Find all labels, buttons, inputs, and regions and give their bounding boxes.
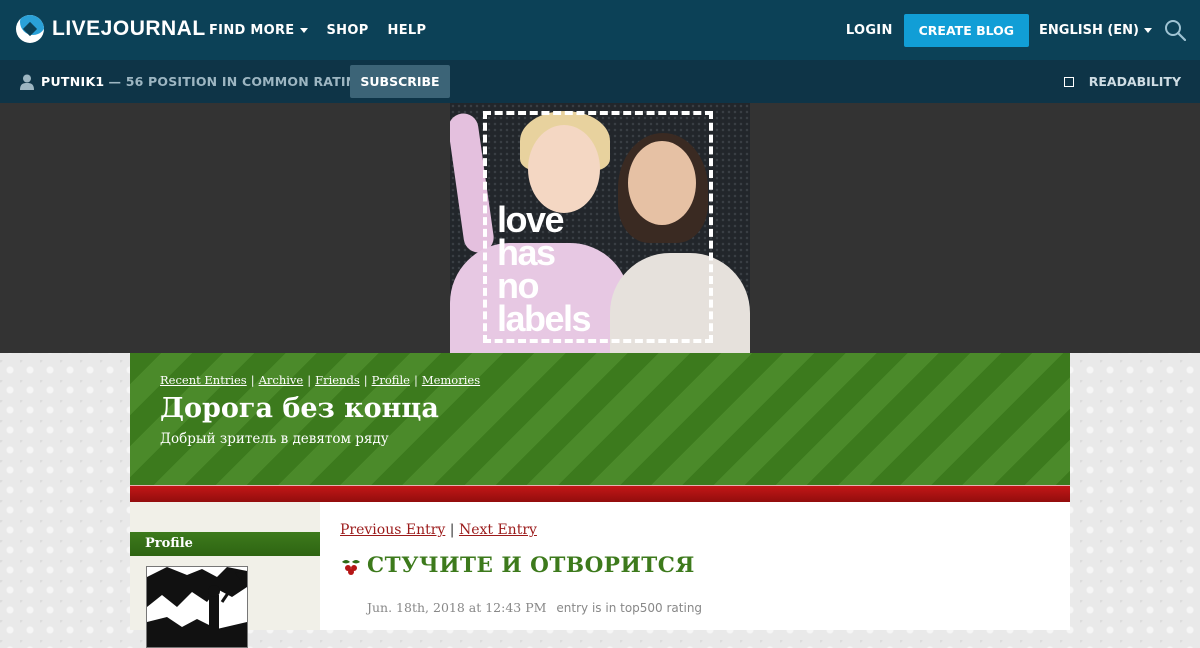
header-divider-band bbox=[130, 485, 1070, 503]
rating-text: — 56 POSITION IN COMMON RATING bbox=[108, 74, 367, 89]
readability-toggle[interactable]: READABILITY bbox=[1063, 60, 1181, 103]
username-link[interactable]: PUTNIK1 bbox=[41, 74, 104, 89]
livejournal-logo[interactable]: LIVEJOURNAL bbox=[16, 15, 206, 43]
journal-nav-recent-entries[interactable]: Recent Entries bbox=[160, 373, 247, 387]
top-navbar: LIVEJOURNAL FIND MORE SHOP HELP LOGIN CR… bbox=[0, 0, 1200, 60]
logo-text: LIVEJOURNAL bbox=[52, 17, 206, 40]
main-content: Previous Entry | Next Entry СТУЧИТЕ И ОТ… bbox=[320, 502, 1070, 630]
nav-separator: | bbox=[250, 373, 255, 387]
journal-nav: Recent Entries | Archive | Friends | Profile | M… bbox=[160, 373, 480, 387]
livejournal-logo-icon bbox=[16, 15, 44, 43]
entry-meta: Jun. 18th, 2018 at 12:43 PM entry is in … bbox=[367, 600, 702, 615]
nav-help[interactable]: HELP bbox=[388, 23, 427, 38]
account-nav: LOGIN CREATE BLOG ENGLISH (EN) bbox=[846, 0, 1200, 60]
caret-down-icon bbox=[1144, 27, 1152, 33]
language-label: ENGLISH (EN) bbox=[1039, 22, 1139, 38]
create-blog-button[interactable]: CREATE BLOG bbox=[903, 13, 1030, 47]
user-icon bbox=[20, 74, 34, 90]
nav-separator: | bbox=[307, 373, 312, 387]
entry-nav: Previous Entry | Next Entry bbox=[340, 522, 537, 538]
nav-shop-label: SHOP bbox=[326, 22, 369, 38]
login-link[interactable]: LOGIN bbox=[846, 23, 893, 38]
nav-find-more[interactable]: FIND MORE bbox=[209, 23, 308, 38]
main-nav: FIND MORE SHOP HELP bbox=[209, 0, 445, 60]
journal-subbar: PUTNIK1 — 56 POSITION IN COMMON RATING S… bbox=[0, 60, 1200, 103]
holly-icon bbox=[342, 559, 360, 575]
search-icon[interactable] bbox=[1164, 19, 1186, 41]
journal-owner: PUTNIK1 — 56 POSITION IN COMMON RATING bbox=[20, 60, 367, 103]
journal-header: Recent Entries | Archive | Friends | Profile | M… bbox=[130, 353, 1070, 485]
next-entry-link[interactable]: Next Entry bbox=[459, 522, 537, 538]
entry-title[interactable]: СТУЧИТЕ И ОТВОРИТСЯ bbox=[367, 553, 695, 578]
caret-down-icon bbox=[299, 27, 308, 33]
nav-find-more-label: FIND MORE bbox=[209, 22, 295, 38]
userpic-avatar[interactable] bbox=[146, 566, 248, 648]
ad-banner[interactable]: love has no labels bbox=[450, 103, 750, 353]
ad-zone: love has no labels bbox=[0, 103, 1200, 353]
ad-slogan-line: labels bbox=[497, 298, 592, 339]
nav-shop[interactable]: SHOP bbox=[327, 23, 369, 38]
nav-separator: | bbox=[413, 373, 418, 387]
subscribe-button[interactable]: SUBSCRIBE bbox=[350, 65, 450, 98]
readability-checkbox[interactable] bbox=[1063, 76, 1074, 87]
nav-separator: | bbox=[363, 373, 368, 387]
sidebar-profile-heading: Profile bbox=[130, 532, 320, 556]
language-selector[interactable]: ENGLISH (EN) bbox=[1039, 23, 1152, 38]
entry-date: Jun. 18th, 2018 at 12:43 PM bbox=[367, 600, 547, 615]
entry-nav-separator: | bbox=[449, 522, 455, 538]
ad-slogan: love has no labels bbox=[497, 202, 592, 339]
previous-entry-link[interactable]: Previous Entry bbox=[340, 522, 445, 538]
nav-help-label: HELP bbox=[387, 22, 427, 38]
journal-subtitle: Добрый зритель в девятом ряду bbox=[160, 431, 389, 447]
sidebar: Profile bbox=[130, 502, 320, 648]
userpic-silhouette-image bbox=[147, 567, 247, 647]
journal-nav-profile[interactable]: Profile bbox=[372, 373, 410, 387]
journal-nav-archive[interactable]: Archive bbox=[259, 373, 304, 387]
ad-photo-child-right-face bbox=[628, 141, 696, 225]
journal-nav-memories[interactable]: Memories bbox=[422, 373, 480, 387]
readability-label: READABILITY bbox=[1088, 74, 1181, 89]
entry-title-row: СТУЧИТЕ И ОТВОРИТСЯ bbox=[340, 553, 695, 578]
journal-title: Дорога без конца bbox=[160, 393, 439, 424]
entry-rating-note: entry is in top500 rating bbox=[556, 601, 703, 615]
journal-nav-friends[interactable]: Friends bbox=[315, 373, 360, 387]
